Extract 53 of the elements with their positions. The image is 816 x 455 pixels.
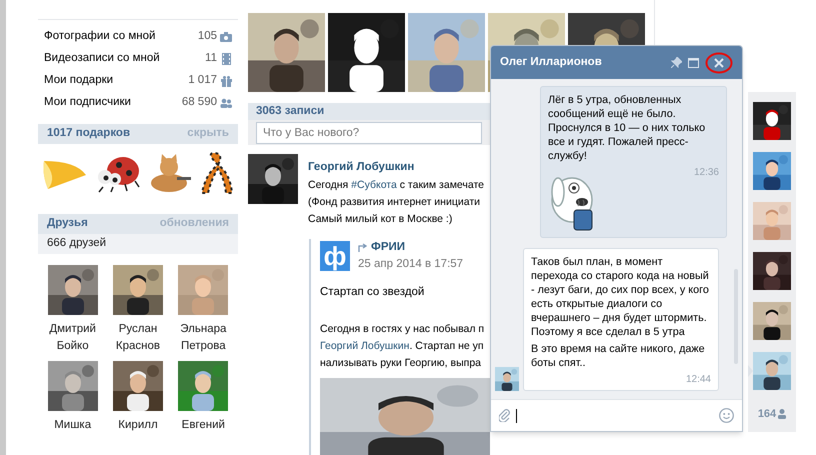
source-name[interactable]: ФРИИ xyxy=(371,239,406,256)
section-title: 1017 подарков xyxy=(47,126,130,142)
post-input[interactable]: Что у Вас нового? xyxy=(256,122,482,144)
highlight-ring xyxy=(705,52,733,74)
friend-name[interactable]: Кирилл xyxy=(106,417,169,434)
maximize-icon[interactable] xyxy=(688,58,699,68)
friend-name[interactable]: Руслан Краснов xyxy=(106,321,169,355)
menu-item[interactable]: Фотографии со мной 105 xyxy=(38,26,238,48)
post-date: 25 апр 2014 в 17:57 xyxy=(358,257,464,272)
text-link[interactable]: Георгий Лобушкин xyxy=(320,340,410,352)
menu-label: Мои подписчики xyxy=(44,95,132,110)
wall-title: 3063 записи xyxy=(256,104,324,119)
menu-label: Видеозаписи со мной xyxy=(44,51,161,66)
menu-count: 68 590 xyxy=(182,95,217,110)
smiley-icon[interactable] xyxy=(719,408,734,423)
menu-count: 11 xyxy=(205,51,217,66)
gift-icon xyxy=(220,76,232,86)
menu-count: 105 xyxy=(198,29,217,44)
source-logo: ф xyxy=(320,241,350,272)
post-text: Сегодня в гостях у нас побывал п Георгий Лобушкин. Стартап не уп нализывать руки Георгию, выпра xyxy=(320,322,486,371)
friend-name[interactable]: Евгений xyxy=(172,417,234,434)
repost-arrow-icon xyxy=(358,243,368,252)
author-name[interactable]: Георгий Лобушкин xyxy=(308,158,414,176)
menu-label: Фотографии со мной xyxy=(44,29,156,44)
friend-name[interactable]: Дмитрий Бойко xyxy=(42,321,104,355)
section-title: Друзья xyxy=(47,216,88,232)
friend-name[interactable]: Эльнара Петрова xyxy=(172,321,234,355)
repost-title: Стартап со звездой xyxy=(320,284,426,300)
menu-item[interactable]: Мои подписчики 68 590 xyxy=(38,92,238,114)
friend-name[interactable]: Мишка xyxy=(42,417,104,434)
chat-title: Олег Илларионов xyxy=(500,54,603,70)
message-text: Лёг в 5 утра, обновленных сообщений ещё не было. Проснулся в 10 — о них только все и гудят. Пожалей пресс-службу! xyxy=(548,93,706,163)
paperclip-icon[interactable] xyxy=(499,409,511,422)
friends-count: 666 друзей xyxy=(38,234,238,254)
message-time: 12:44 xyxy=(686,373,711,387)
message-text: Таков был план, в момент перехода со старого кода на новый - лезут баги, до сих пор всех, у кого есть открытые диалоги со вчерашнего – дня будет штормить. Поэтому я все сделал в 5 утра xyxy=(531,255,710,339)
pin-icon[interactable] xyxy=(671,57,682,68)
menu-item[interactable]: Мои подарки 1 017 xyxy=(38,70,238,92)
close-icon[interactable] xyxy=(714,58,724,68)
camera-icon xyxy=(220,32,232,42)
pointer-icon xyxy=(748,365,753,377)
film-icon xyxy=(222,53,230,65)
menu-count: 1 017 xyxy=(188,73,217,88)
dialogs-count: 164 xyxy=(758,406,776,422)
menu-item[interactable]: Видеозаписи со мной 11 xyxy=(38,48,238,70)
people-icon xyxy=(220,98,232,108)
message-text: В это время на сайте никого, даже боты спят.. xyxy=(531,342,706,370)
text-link[interactable]: #Субкота xyxy=(351,179,397,191)
menu-label: Мои подарки xyxy=(44,73,114,88)
person-icon xyxy=(778,408,786,419)
message-time: 12:36 xyxy=(694,166,719,180)
text-cursor-icon xyxy=(516,408,517,422)
post-text: Сегодня #Субкота с таким замечате (Фонд развития интернет инициати Самый милый кот в Москве :) xyxy=(308,178,486,227)
